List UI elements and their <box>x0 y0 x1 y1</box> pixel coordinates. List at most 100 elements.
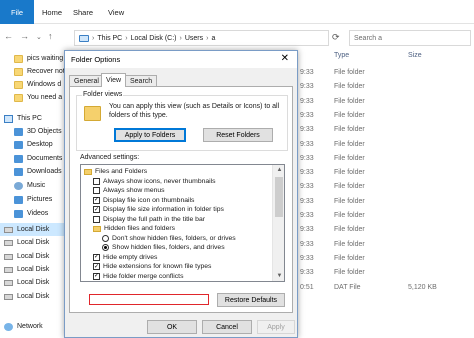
setting-check[interactable]: ✓ Hide folder merge conflicts <box>81 272 271 282</box>
recent-dropdown-icon[interactable]: ⌄ <box>36 33 42 41</box>
breadcrumb-users[interactable]: Users <box>185 35 203 42</box>
navigation-pane: pics waiting Recover not Windows d You need… <box>0 52 66 338</box>
nav-item[interactable]: Local Disk <box>0 263 66 276</box>
nav-item[interactable]: Local Disk <box>0 250 66 263</box>
nav-item[interactable]: pics waiting <box>0 52 66 65</box>
setting-check[interactable]: Always show menus <box>81 186 271 196</box>
setting-radio[interactable]: Don't show hidden files, folders, or dri… <box>81 234 271 244</box>
this-pc-icon <box>79 34 89 42</box>
folder-icon <box>14 67 23 76</box>
nav-item-label: Local Disk <box>17 226 50 233</box>
radio-button[interactable] <box>102 244 109 252</box>
reset-folders-button[interactable]: Reset Folders <box>203 128 273 142</box>
setting-check[interactable]: ✓ Hide empty drives <box>81 253 271 263</box>
nav-item[interactable]: Local Disk <box>0 236 66 249</box>
checkbox[interactable]: ✓ <box>93 272 100 280</box>
nav-item-label: Videos <box>27 210 49 217</box>
setting-radio[interactable]: Show hidden files, folders, and drives <box>81 243 271 253</box>
ribbon-tab-home[interactable]: Home <box>42 0 62 24</box>
close-icon[interactable]: ✕ <box>281 53 289 64</box>
cancel-button[interactable]: Cancel <box>202 320 252 334</box>
nav-item[interactable]: You need a <box>0 91 66 104</box>
back-arrow-icon[interactable]: ← <box>4 31 13 41</box>
settings-scrollbar[interactable]: ▲ ▼ <box>272 165 284 281</box>
file-type: File folder <box>334 269 365 277</box>
file-row[interactable]: 9:33 File folder <box>300 183 474 195</box>
nav-item[interactable]: Windows d <box>0 78 66 91</box>
tab-view[interactable]: View <box>101 73 127 87</box>
checkbox[interactable]: ✓ <box>93 206 100 214</box>
file-row[interactable]: 9:33 File folder <box>300 241 474 253</box>
nav-item[interactable]: Network <box>0 320 66 333</box>
nav-item[interactable]: Music <box>0 179 66 192</box>
file-row[interactable]: 9:33 File folder <box>300 212 474 224</box>
ribbon-tab-view[interactable]: View <box>108 0 124 24</box>
ok-button[interactable]: OK <box>147 320 197 334</box>
file-time: 9:33 <box>300 111 314 119</box>
up-arrow-icon[interactable]: ↑ <box>48 31 53 41</box>
search-input[interactable]: Search a <box>349 30 471 46</box>
file-row[interactable]: 9:33 File folder <box>300 98 474 110</box>
forward-arrow-icon[interactable]: → <box>20 31 29 41</box>
nav-item[interactable]: Local Disk <box>0 276 66 289</box>
setting-label: Hidden files and folders <box>104 225 176 233</box>
scroll-up-icon[interactable]: ▲ <box>273 165 284 175</box>
breadcrumb-this-pc[interactable]: This PC <box>97 35 122 42</box>
nav-item[interactable]: Desktop <box>0 138 66 151</box>
file-row[interactable]: 9:33 File folder <box>300 112 474 124</box>
nav-item[interactable]: Local Disk <box>0 223 66 236</box>
checkbox[interactable] <box>93 187 100 195</box>
file-row[interactable]: 9:33 File folder <box>300 155 474 167</box>
file-row[interactable]: 9:33 File folder <box>300 198 474 210</box>
checkbox[interactable]: ✓ <box>93 196 100 204</box>
checkbox[interactable]: ✓ <box>93 263 100 271</box>
ribbon-tab-file[interactable]: File <box>0 0 34 24</box>
refresh-icon[interactable]: ⟳ <box>332 32 340 43</box>
scroll-down-icon[interactable]: ▼ <box>273 271 284 281</box>
file-row[interactable]: 9:33 File folder <box>300 269 474 281</box>
desktop-icon <box>14 140 23 149</box>
apply-to-folders-button[interactable]: Apply to Folders <box>114 128 186 142</box>
column-header-type[interactable]: Type <box>334 52 349 64</box>
apply-button[interactable]: Apply <box>257 320 295 334</box>
address-bar[interactable]: › This PC › Local Disk (C:) › Users › a <box>74 30 329 46</box>
nav-item[interactable]: Videos <box>0 207 66 220</box>
nav-item[interactable]: Pictures <box>0 193 66 206</box>
file-row[interactable]: 9:33 File folder <box>300 226 474 238</box>
nav-item[interactable]: 3D Objects <box>0 125 66 138</box>
nav-item[interactable]: Documents <box>0 152 66 165</box>
file-time: 9:33 <box>300 212 314 219</box>
nav-item[interactable]: This PC <box>0 112 66 125</box>
file-row[interactable]: 9:33 File folder <box>300 69 474 81</box>
advanced-settings-list[interactable]: Files and Folders Always show icons, neve… <box>80 164 285 282</box>
file-row[interactable]: 9:33 File folder <box>300 255 474 267</box>
download-icon <box>14 167 23 176</box>
restore-defaults-button[interactable]: Restore Defaults <box>217 293 285 307</box>
nav-item[interactable]: Downloads <box>0 165 66 178</box>
breadcrumb-local-disk[interactable]: Local Disk (C:) <box>131 35 177 42</box>
highlight-annotation <box>89 294 209 305</box>
setting-check[interactable]: Always show icons, never thumbnails <box>81 177 271 187</box>
setting-label: Files and Folders <box>95 168 148 176</box>
nav-item-label: 3D Objects <box>27 128 62 135</box>
nav-item[interactable]: Recover not <box>0 65 66 78</box>
ribbon-tab-share[interactable]: Share <box>73 0 93 24</box>
breadcrumb-user-a[interactable]: a <box>211 35 215 42</box>
setting-check[interactable]: ✓ Hide extensions for known file types <box>81 262 271 272</box>
setting-check[interactable]: ✓ Display file icon on thumbnails <box>81 196 271 206</box>
file-time: 9:33 <box>300 126 314 134</box>
file-row[interactable]: 0:51 DAT File 5,120 KB <box>300 284 474 296</box>
file-row[interactable]: 9:33 File folder <box>300 141 474 153</box>
setting-check[interactable]: ✓ Display file size information in folder… <box>81 205 271 215</box>
file-row[interactable]: 9:33 File folder <box>300 169 474 181</box>
checkbox[interactable]: ✓ <box>93 253 100 261</box>
checkbox[interactable] <box>93 177 100 185</box>
scrollbar-thumb[interactable] <box>275 177 283 217</box>
checkbox[interactable] <box>93 215 100 223</box>
nav-item[interactable]: Local Disk <box>0 290 66 303</box>
setting-check[interactable]: Display the full path in the title bar <box>81 215 271 225</box>
radio-button[interactable] <box>102 234 109 242</box>
file-row[interactable]: 9:33 File folder <box>300 126 474 138</box>
file-row[interactable]: 9:33 File folder <box>300 83 474 95</box>
column-header-size[interactable]: Size <box>408 52 422 64</box>
